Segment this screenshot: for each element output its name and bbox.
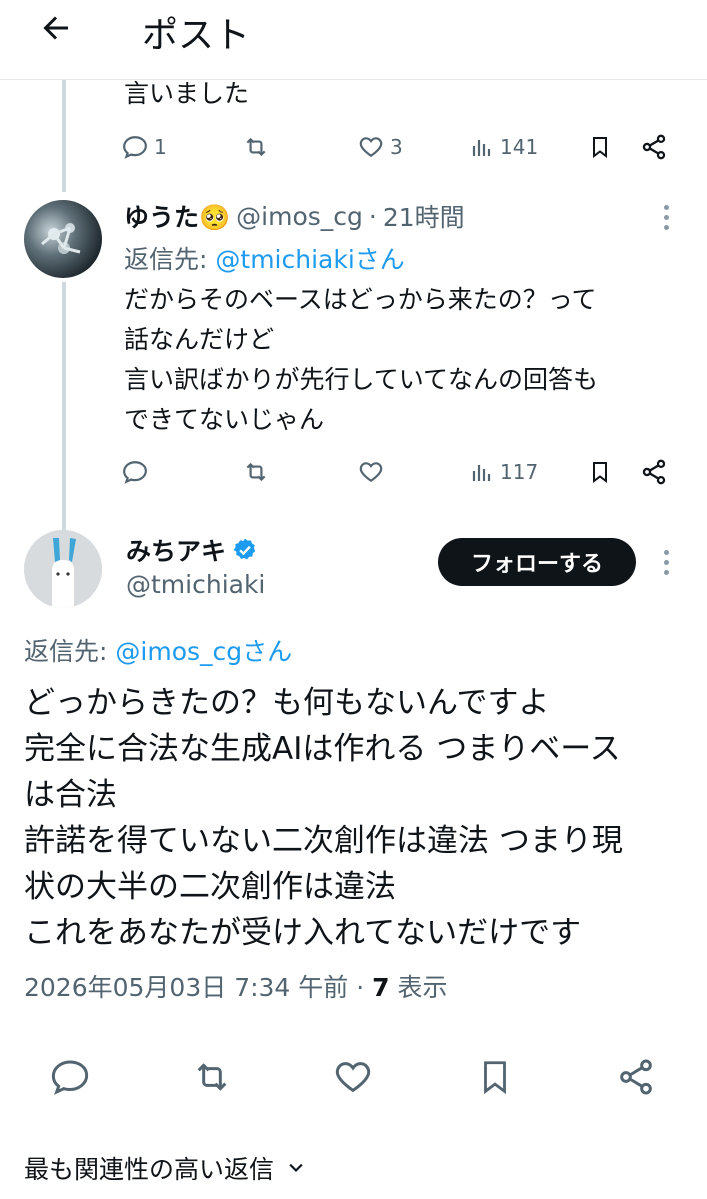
views-icon: [472, 465, 491, 481]
avatar-image: [41, 223, 81, 254]
page-title: ポスト: [142, 15, 251, 56]
retweet-button[interactable]: [242, 452, 270, 492]
top-bar: ポスト: [0, 0, 707, 80]
reply-to: 返信先: @tmichiakiさん: [124, 240, 405, 276]
retweet-icon: [197, 1063, 227, 1091]
author-handle[interactable]: @imos_cg: [236, 202, 363, 231]
replies-sort-dropdown[interactable]: 最も関連性の高い返信: [24, 1150, 306, 1186]
verified-badge-icon: [233, 538, 256, 560]
avatar[interactable]: [24, 200, 102, 278]
heart-icon: [335, 1062, 371, 1093]
tweet-timestamp: 2026年05月03日 7:34 午前 · 7 表示: [24, 968, 447, 1004]
reply-to-handle[interactable]: @tmichiakiさん: [215, 245, 404, 274]
bookmark-icon: [484, 1061, 506, 1095]
bookmark-button[interactable]: [588, 452, 612, 492]
author-handle[interactable]: @tmichiaki: [126, 570, 265, 599]
reply-to-label: 返信先:: [124, 245, 208, 274]
reply-to-label: 返信先:: [24, 637, 108, 666]
share-button[interactable]: [640, 127, 668, 167]
author-name-line: みちアキ: [126, 532, 258, 568]
reply-button[interactable]: [50, 1054, 90, 1100]
share-icon: [642, 134, 666, 160]
views-count: 117: [500, 460, 539, 484]
like-button[interactable]: 3: [358, 127, 403, 167]
views-label: 表示: [389, 973, 448, 1002]
retweet-button[interactable]: [190, 1054, 234, 1100]
like-button[interactable]: [358, 452, 384, 492]
like-button[interactable]: [333, 1054, 373, 1100]
separator-dot: ·: [368, 201, 377, 231]
display-name[interactable]: みちアキ: [126, 532, 226, 568]
views-icon: [472, 140, 491, 156]
author-line: ゆうた🥺 @imos_cg · 21時間: [124, 198, 465, 234]
main-tweet-actions: [0, 1054, 707, 1100]
views-count: 7: [372, 973, 390, 1002]
reply-to-handle[interactable]: @imos_cgさん: [115, 637, 292, 666]
retweet-button[interactable]: [242, 127, 270, 167]
tweet-time[interactable]: 21時間: [383, 198, 465, 234]
more-options-button[interactable]: [656, 542, 676, 582]
follow-button[interactable]: フォローする: [438, 538, 636, 586]
back-button[interactable]: [36, 8, 76, 48]
views-button[interactable]: 141: [470, 127, 538, 167]
heart-icon: [359, 137, 383, 157]
timestamp-text[interactable]: 2026年05月03日 7:34 午前 ·: [24, 973, 372, 1002]
reply-count: 1: [154, 135, 167, 159]
retweet-icon: [246, 462, 266, 482]
more-options-button[interactable]: [656, 197, 676, 237]
views-button[interactable]: 117: [470, 452, 538, 492]
avatar[interactable]: [24, 530, 102, 608]
reply-icon: [123, 461, 147, 484]
bookmark-button[interactable]: [476, 1054, 514, 1100]
reply-icon: [123, 136, 147, 159]
tweet-text: だからそのベースはどっから来たの？って 話なんだけど 言い訳ばかりが先行していて…: [124, 285, 599, 434]
tweet-text: どっからきたの？も何もないんですよ 完全に合法な生成AIは作れる つまりベース …: [24, 685, 623, 951]
bookmark-button[interactable]: [588, 127, 612, 167]
display-name[interactable]: ゆうた🥺: [124, 198, 230, 234]
thread-line: [62, 282, 66, 530]
like-count: 3: [390, 135, 403, 159]
reply-button[interactable]: 1: [122, 127, 167, 167]
bookmark-icon: [593, 462, 607, 483]
heart-icon: [359, 462, 383, 482]
share-icon: [642, 459, 666, 485]
reply-button[interactable]: [122, 452, 148, 492]
views-count: 141: [500, 135, 539, 159]
previous-tweet-actions: 1 3 141: [0, 127, 707, 167]
arrow-left-icon: [43, 16, 68, 40]
share-button[interactable]: [616, 1054, 656, 1100]
chevron-down-icon: [289, 1163, 303, 1173]
replies-sort-label: 最も関連性の高い返信: [24, 1155, 275, 1184]
retweet-icon: [246, 137, 266, 157]
reply-tweet-actions: 117: [0, 452, 707, 492]
bookmark-icon: [593, 137, 607, 158]
avatar-image: [24, 530, 102, 608]
reply-icon: [51, 1060, 89, 1095]
share-icon: [620, 1059, 652, 1095]
share-button[interactable]: [640, 452, 668, 492]
previous-tweet-text: 言いました: [124, 79, 250, 108]
reply-to: 返信先: @imos_cgさん: [24, 632, 292, 668]
